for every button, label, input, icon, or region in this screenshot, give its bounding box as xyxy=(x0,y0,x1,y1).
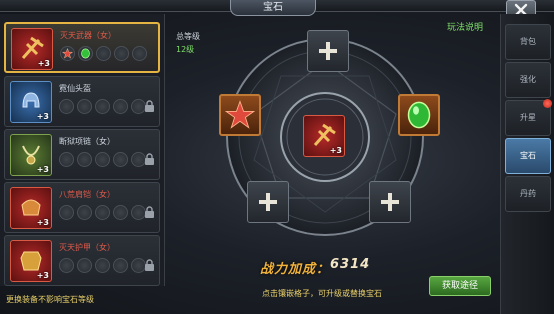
gem-slot[interactable] xyxy=(78,46,93,61)
equip-item-armor[interactable]: +3 灭天护甲（女） xyxy=(4,235,160,286)
weapon-icon: +3 xyxy=(11,28,53,70)
gem-slot[interactable] xyxy=(113,99,128,114)
plus-icon xyxy=(381,193,399,211)
power-value: 6314 xyxy=(330,257,371,272)
panel-title: 宝石 xyxy=(230,0,316,16)
notification-dot xyxy=(543,99,552,108)
lock-icon xyxy=(145,100,154,112)
gem-panel: 宝石 +3 灭天武器（女） +3 霓仙头盔 +3 断狱项链（女） +3 八荒肩铠… xyxy=(0,0,554,314)
gem-slots xyxy=(59,152,146,167)
gem-slots xyxy=(59,258,146,273)
equip-name: 断狱项链（女） xyxy=(59,137,115,146)
armor-icon: +3 xyxy=(10,240,52,282)
plus-level: +3 xyxy=(36,218,49,227)
gem-slot[interactable] xyxy=(95,152,110,167)
gem-slot[interactable] xyxy=(77,152,92,167)
gem-slot[interactable] xyxy=(59,99,74,114)
equip-item-helmet[interactable]: +3 霓仙头盔 xyxy=(4,76,160,127)
gem-slot[interactable] xyxy=(95,99,110,114)
gem-slot[interactable] xyxy=(77,99,92,114)
helmet-icon: +3 xyxy=(10,81,52,123)
plus-level: +3 xyxy=(36,271,49,280)
plus-level: +3 xyxy=(37,59,50,68)
green-gem-icon xyxy=(407,101,431,129)
selected-equipment-icon: +3 xyxy=(303,115,345,157)
footer-note: 更换装备不影响宝石等级 xyxy=(6,295,94,304)
gem-slots xyxy=(59,99,146,114)
gem-socket-left[interactable] xyxy=(219,94,261,136)
necklace-icon: +3 xyxy=(10,134,52,176)
lock-icon xyxy=(145,153,154,165)
gem-slot[interactable] xyxy=(132,46,147,61)
star-gem-icon xyxy=(225,100,255,129)
gem-socket-top[interactable] xyxy=(307,30,349,72)
equip-item-weapon[interactable]: +3 灭天武器（女） xyxy=(4,22,160,73)
gem-slot[interactable] xyxy=(113,258,128,273)
shoulder-icon: +3 xyxy=(10,187,52,229)
equip-name: 霓仙头盔 xyxy=(59,84,91,93)
tab-elixir[interactable]: 丹药 xyxy=(505,176,551,212)
gem-slot[interactable] xyxy=(59,205,74,220)
equip-name: 灭天护甲（女） xyxy=(59,243,115,252)
star-gem-icon xyxy=(62,48,73,59)
plus-icon xyxy=(319,42,337,60)
total-level-label: 总等级 xyxy=(176,32,200,41)
equipment-list: +3 灭天武器（女） +3 霓仙头盔 +3 断狱项链（女） +3 八荒肩铠（女）… xyxy=(0,14,165,286)
side-tabs: 背包 强化 升星 宝石 丹药 xyxy=(500,14,554,314)
plus-level: +3 xyxy=(36,112,49,121)
plus-level: +3 xyxy=(36,165,49,174)
help-link[interactable]: 玩法说明 xyxy=(447,20,483,33)
equip-item-necklace[interactable]: +3 断狱项链（女） xyxy=(4,129,160,180)
gem-slot[interactable] xyxy=(113,205,128,220)
gem-socket-bottom-right[interactable] xyxy=(369,181,411,223)
gem-slot[interactable] xyxy=(60,46,75,61)
gem-slots xyxy=(59,205,146,220)
power-label: 战力加成： xyxy=(260,262,331,277)
gem-socket-bottom-left[interactable] xyxy=(247,181,289,223)
tab-bag[interactable]: 背包 xyxy=(505,24,551,60)
plus-icon xyxy=(259,193,277,211)
equip-name: 灭天武器（女） xyxy=(60,31,116,40)
tab-gem[interactable]: 宝石 xyxy=(505,138,551,174)
hint-text: 点击镶嵌格子，可升级或替换宝石 xyxy=(262,289,382,298)
gem-slot[interactable] xyxy=(59,152,74,167)
total-level-value: 12级 xyxy=(176,45,195,54)
gem-socket-right[interactable] xyxy=(398,94,440,136)
get-source-button[interactable]: 获取途径 xyxy=(429,276,491,296)
plus-level: +3 xyxy=(329,146,342,155)
gem-slot[interactable] xyxy=(59,258,74,273)
equip-name: 八荒肩铠（女） xyxy=(59,190,115,199)
lock-icon xyxy=(145,259,154,271)
gem-slot[interactable] xyxy=(77,258,92,273)
gem-slot[interactable] xyxy=(95,258,110,273)
gem-slot[interactable] xyxy=(95,205,110,220)
gem-slots xyxy=(60,46,147,61)
green-gem-icon xyxy=(81,48,90,59)
gem-slot[interactable] xyxy=(77,205,92,220)
lock-icon xyxy=(145,206,154,218)
gem-slot[interactable] xyxy=(114,46,129,61)
equip-item-shoulder[interactable]: +3 八荒肩铠（女） xyxy=(4,182,160,233)
gem-slot[interactable] xyxy=(96,46,111,61)
gem-slot[interactable] xyxy=(113,152,128,167)
tab-enhance[interactable]: 强化 xyxy=(505,62,551,98)
